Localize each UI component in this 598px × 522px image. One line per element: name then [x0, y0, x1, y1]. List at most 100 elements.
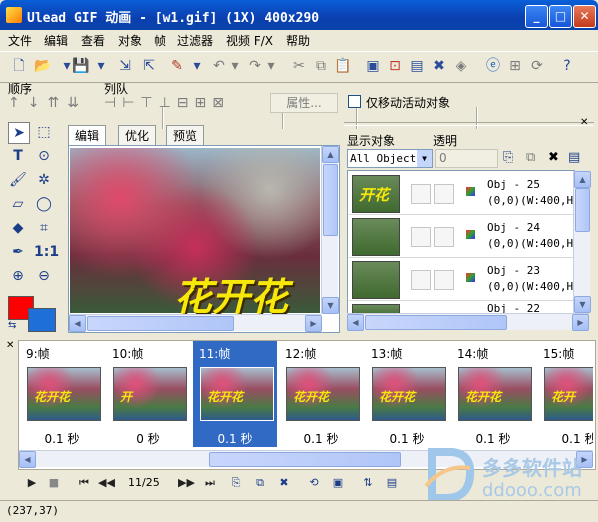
list-item[interactable]: Obj - 22	[349, 301, 574, 313]
last-frame-icon[interactable]: ⏭	[202, 475, 218, 491]
scroll-thumb[interactable]	[87, 316, 234, 331]
visibility-toggle[interactable]	[411, 227, 431, 247]
lock-toggle[interactable]	[434, 227, 454, 247]
export-icon[interactable]: ⇱	[140, 57, 158, 75]
brush-tool-icon[interactable]: 🖌	[8, 170, 28, 190]
banner-text-icon[interactable]: ▣	[330, 475, 346, 491]
menu-view[interactable]: 查看	[81, 32, 105, 49]
scroll-thumb[interactable]	[209, 452, 401, 467]
open-icon[interactable]: 📂	[34, 57, 52, 75]
new-object-icon[interactable]: ⎘	[503, 150, 513, 165]
object-filter-select[interactable]: All Object: ▼	[347, 149, 433, 168]
eyedropper-tool-icon[interactable]: ✒	[8, 242, 28, 262]
frame-thumbnail[interactable]: 10:帧 开 0 秒	[106, 341, 190, 447]
canvas-image[interactable]: 花开花	[70, 148, 320, 319]
tab-optimize[interactable]: 优化	[118, 125, 157, 145]
zoom-in-icon[interactable]: ⊕	[8, 266, 28, 286]
optimize-icon[interactable]: ⊡	[386, 57, 404, 75]
object-properties-icon[interactable]: ▤	[568, 150, 580, 165]
ellipse-tool-icon[interactable]: ◯	[34, 194, 54, 214]
scroll-down-icon[interactable]: ▼	[574, 296, 591, 313]
frame-delay[interactable]: 0.1 秒	[365, 430, 449, 447]
app-icon[interactable]	[6, 7, 22, 23]
objects-horizontal-scrollbar[interactable]: ◀ ▶	[347, 313, 589, 331]
help-icon[interactable]: ?	[558, 57, 576, 75]
menu-frame[interactable]: 帧	[154, 32, 166, 49]
tween-icon[interactable]: ⟲	[306, 475, 322, 491]
eraser-tool-icon[interactable]: ▱	[8, 194, 28, 214]
zoom-out-icon[interactable]: ⊖	[34, 266, 54, 286]
delete-icon[interactable]: ✖	[430, 57, 448, 75]
first-frame-icon[interactable]: ⏮	[76, 475, 92, 491]
frame-icon[interactable]: ▣	[364, 57, 382, 75]
color-icon[interactable]: ◈	[452, 57, 470, 75]
visibility-toggle[interactable]	[411, 184, 431, 204]
duplicate-object-icon[interactable]: ⧉	[526, 150, 535, 165]
scroll-thumb[interactable]	[575, 188, 590, 232]
frames-panel-close-icon[interactable]: ✕	[6, 340, 14, 351]
scroll-thumb[interactable]	[323, 164, 338, 236]
list-item[interactable]: 开花 Obj - 25 (0,0)(W:400,H:	[349, 172, 580, 215]
frame-thumbnail[interactable]: 15:帧 花开 0.1 秒	[537, 341, 593, 447]
save-icon[interactable]: 💾	[72, 57, 90, 75]
order-arrows-icon[interactable]: ↑↓⇈⇊	[8, 95, 87, 111]
frame-thumbnail[interactable]: 13:帧 花开花 0.1 秒	[365, 341, 449, 447]
marquee-tool-icon[interactable]: ⬚	[34, 122, 54, 142]
scroll-right-icon[interactable]: ▶	[572, 314, 589, 331]
dropdown-redo-icon[interactable]: ▾	[262, 57, 280, 75]
previous-frame-icon[interactable]: ◀◀	[98, 475, 115, 491]
frame-delay[interactable]: 0 秒	[106, 430, 190, 447]
menu-help[interactable]: 帮助	[286, 32, 310, 49]
maximize-button[interactable]: □	[549, 5, 572, 28]
stop-icon[interactable]: ■	[46, 475, 62, 491]
import-icon[interactable]: ⇲	[116, 57, 134, 75]
minimize-button[interactable]: _	[525, 5, 548, 28]
dropdown-undo-icon[interactable]: ▾	[226, 57, 244, 75]
background-color-swatch[interactable]	[28, 308, 56, 332]
menu-edit[interactable]: 编辑	[44, 32, 68, 49]
move-active-checkbox[interactable]	[348, 95, 361, 108]
frame-delay[interactable]: 0.1 秒	[193, 430, 277, 447]
paste-icon[interactable]: 📋	[334, 57, 352, 75]
frame-thumbnail[interactable]: 14:帧 花开花 0.1 秒	[451, 341, 535, 447]
list-item[interactable]: Obj - 24 (0,0)(W:400,H:	[349, 215, 580, 258]
frame-thumbnail[interactable]: 9:帧 花开花 0.1 秒	[20, 341, 104, 447]
frame-thumbnail-selected[interactable]: 11:帧 花开花 0.1 秒	[193, 341, 277, 447]
scroll-up-icon[interactable]: ▲	[574, 171, 591, 188]
scroll-right-icon[interactable]: ▶	[305, 315, 322, 332]
scroll-down-icon[interactable]: ▼	[322, 297, 339, 314]
delete-frame-icon[interactable]: ✖	[276, 475, 292, 491]
delete-object-icon[interactable]: ✖	[548, 150, 559, 165]
swap-colors-icon[interactable]: ⇆	[8, 320, 16, 331]
crop-tool-icon[interactable]: ⌗	[34, 218, 54, 238]
magic-wand-icon[interactable]: ✲	[34, 170, 54, 190]
scroll-left-icon[interactable]: ◀	[347, 314, 364, 331]
next-frame-icon[interactable]: ▶▶	[178, 475, 195, 491]
tab-edit[interactable]: 编辑	[68, 125, 107, 145]
refresh-icon[interactable]: ⟳	[528, 57, 546, 75]
menu-file[interactable]: 文件	[8, 32, 32, 49]
frame-thumbnail[interactable]: 12:帧 花开花 0.1 秒	[279, 341, 363, 447]
menu-video-fx[interactable]: 视频 F/X	[226, 32, 273, 49]
lock-toggle[interactable]	[434, 184, 454, 204]
scroll-left-icon[interactable]: ◀	[69, 315, 86, 332]
add-frame-icon[interactable]: ⎘	[228, 475, 244, 491]
text-tool-icon[interactable]: T	[8, 146, 28, 166]
frame-delay[interactable]: 0.1 秒	[20, 430, 104, 447]
canvas-vertical-scrollbar[interactable]: ▲ ▼	[321, 146, 339, 314]
new-icon[interactable]: 🗋	[10, 57, 28, 75]
tab-preview[interactable]: 预览	[166, 125, 205, 145]
lasso-tool-icon[interactable]: ⊙	[34, 146, 54, 166]
dropdown-paint-icon[interactable]: ▾	[188, 57, 206, 75]
frame-properties-icon[interactable]: ▤	[384, 475, 400, 491]
frame-delay[interactable]: 0.1 秒	[279, 430, 363, 447]
align-icons[interactable]: ⊣⊢⊤⊥⊟⊞⊠	[104, 95, 230, 111]
image-icon[interactable]: ▤	[408, 57, 426, 75]
opacity-spinner[interactable]: 0	[435, 149, 498, 168]
browser-icon[interactable]: ⓔ	[484, 57, 502, 75]
cut-icon[interactable]: ✂	[290, 57, 308, 75]
canvas-horizontal-scrollbar[interactable]: ◀ ▶	[69, 314, 322, 332]
close-button[interactable]: ✕	[573, 5, 596, 28]
mask-icon[interactable]: ⊞	[506, 57, 524, 75]
actual-size-icon[interactable]: 1:1	[34, 242, 59, 262]
